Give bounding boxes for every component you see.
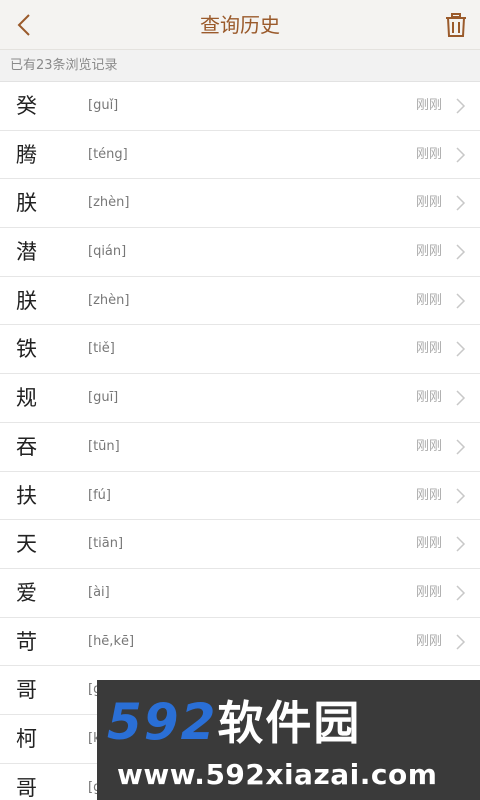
- history-char: 柯: [16, 726, 37, 751]
- history-pinyin: [qián]: [88, 244, 127, 260]
- history-char: 铁: [16, 337, 37, 362]
- history-row[interactable]: 吞 [tūn] 刚刚: [0, 422, 480, 472]
- chevron-right-icon: [456, 244, 466, 260]
- chevron-right-icon: [456, 341, 466, 357]
- history-pinyin: [guī]: [88, 390, 119, 406]
- chevron-right-icon: [456, 195, 466, 211]
- chevron-right-icon: [456, 536, 466, 552]
- history-pinyin: [tūn]: [88, 438, 120, 454]
- history-time: 刚刚: [415, 195, 442, 211]
- history-row[interactable]: 腾 [téng] 刚刚: [0, 130, 480, 180]
- history-char: 规: [16, 386, 37, 411]
- history-char: 癸: [16, 94, 37, 118]
- history-pinyin: [téng]: [88, 146, 128, 162]
- watermark: 592软件园 www.592xiazai.com: [97, 680, 480, 800]
- history-row[interactable]: 朕 [zhèn] 刚刚: [0, 179, 480, 229]
- history-char: 朕: [16, 191, 37, 216]
- history-row[interactable]: 潜 [qián] 刚刚: [0, 228, 480, 277]
- history-char: 天: [16, 532, 37, 557]
- history-pinyin: [zhèn]: [88, 195, 130, 211]
- chevron-right-icon: [456, 585, 466, 601]
- history-char: 哥: [16, 678, 37, 703]
- history-time: 刚刚: [415, 438, 442, 454]
- history-time: 刚刚: [415, 292, 442, 308]
- history-pinyin: [guǐ]: [88, 98, 119, 113]
- page-title: 查询历史: [200, 13, 280, 37]
- watermark-logo: 592软件园: [107, 694, 361, 750]
- history-pinyin: [hē,kē]: [88, 633, 135, 649]
- history-time: 刚刚: [415, 633, 442, 649]
- history-row[interactable]: 癸 [guǐ] 刚刚: [0, 82, 480, 131]
- history-time: 刚刚: [415, 390, 442, 406]
- watermark-logo-cn: 软件园: [217, 696, 362, 750]
- trash-icon: [446, 13, 466, 37]
- history-time: 刚刚: [415, 244, 442, 260]
- history-pinyin: [tiān]: [88, 536, 124, 552]
- history-row[interactable]: 天 [tiān] 刚刚: [0, 520, 480, 569]
- history-char: 爱: [16, 580, 37, 605]
- history-row[interactable]: 朕 [zhèn] 刚刚: [0, 276, 480, 326]
- history-row[interactable]: 规 [guī] 刚刚: [0, 374, 480, 423]
- history-pinyin: [tiě]: [88, 341, 115, 357]
- history-time: 刚刚: [415, 536, 442, 552]
- history-pinyin: [ài]: [88, 584, 110, 600]
- history-time: 刚刚: [415, 584, 442, 600]
- history-char: 苛: [16, 629, 37, 654]
- history-count: 已有23条浏览记录: [0, 50, 480, 82]
- chevron-right-icon: [456, 390, 466, 406]
- history-pinyin: [zhèn]: [88, 292, 130, 308]
- history-row[interactable]: 苛 [hē,kē] 刚刚: [0, 617, 480, 667]
- top-bar: 查询历史: [0, 0, 480, 50]
- history-time: 刚刚: [415, 487, 442, 503]
- history-time: 刚刚: [415, 98, 442, 113]
- chevron-right-icon: [456, 293, 466, 309]
- history-row[interactable]: 铁 [tiě] 刚刚: [0, 325, 480, 375]
- watermark-logo-num: 592: [107, 693, 218, 751]
- history-time: 刚刚: [415, 341, 442, 357]
- history-row[interactable]: 爱 [ài] 刚刚: [0, 568, 480, 618]
- history-char: 扶: [16, 483, 37, 508]
- history-pinyin: [fú]: [88, 487, 111, 503]
- watermark-url: www.592xiazai.com: [117, 758, 438, 791]
- history-char: 潜: [16, 240, 37, 265]
- history-time: 刚刚: [415, 146, 442, 162]
- history-char: 腾: [16, 142, 37, 167]
- chevron-right-icon: [456, 439, 466, 455]
- chevron-right-icon: [456, 147, 466, 163]
- chevron-right-icon: [456, 487, 466, 504]
- history-char: 朕: [16, 288, 37, 313]
- clear-history-button[interactable]: [442, 11, 470, 39]
- chevron-right-icon: [456, 98, 466, 114]
- chevron-right-icon: [456, 634, 466, 650]
- history-char: 哥: [16, 775, 37, 800]
- history-row[interactable]: 扶 [fú] 刚刚: [0, 471, 480, 521]
- history-char: 吞: [16, 434, 37, 459]
